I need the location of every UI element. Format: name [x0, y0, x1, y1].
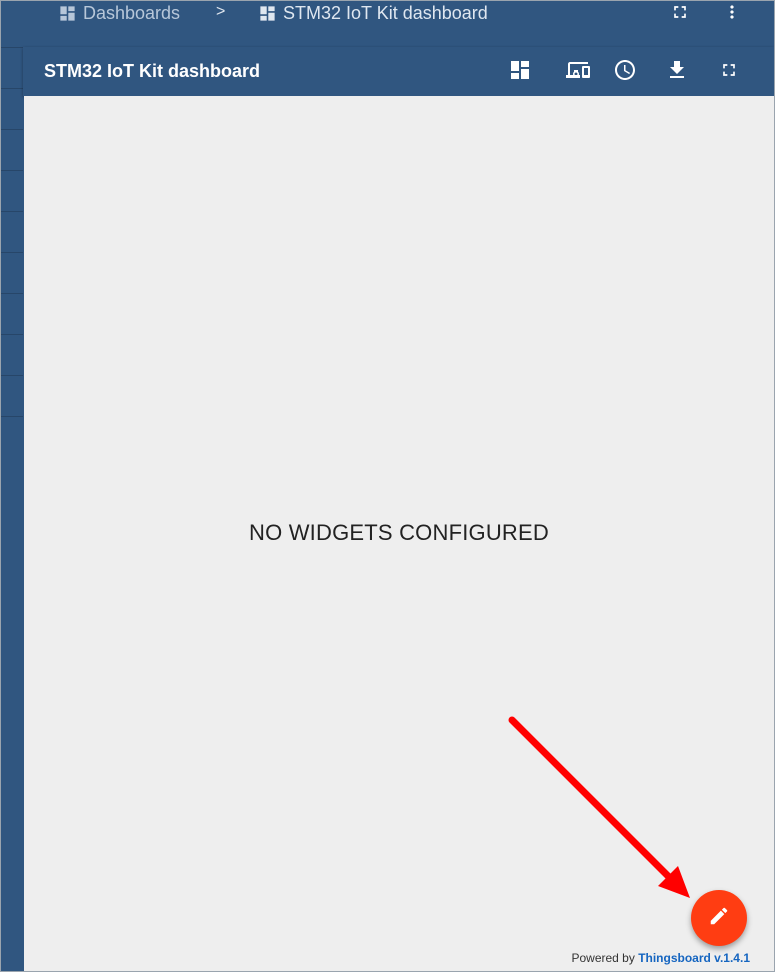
sidebar-divider	[1, 129, 23, 130]
devices-icon	[566, 58, 590, 87]
sidebar-divider	[1, 47, 23, 48]
more-options-button[interactable]	[720, 3, 744, 25]
more-vert-icon	[722, 2, 742, 27]
footer-text: Powered by	[571, 951, 635, 965]
sidebar-divider	[1, 211, 23, 212]
sidebar-strip[interactable]	[1, 1, 23, 971]
breadcrumb-label: STM32 IoT Kit dashboard	[283, 2, 488, 23]
timewindow-button[interactable]	[612, 59, 638, 85]
sidebar-divider	[1, 252, 23, 253]
page-title: STM32 IoT Kit dashboard	[44, 61, 261, 81]
fullscreen-icon	[670, 2, 690, 27]
breadcrumb-separator: >	[216, 3, 226, 20]
breadcrumb-label: Dashboards	[83, 2, 181, 23]
sidebar-divider	[1, 416, 23, 417]
dashboard-fullscreen-button[interactable]	[716, 59, 742, 85]
fullscreen-button[interactable]	[668, 3, 692, 25]
sidebar-divider	[1, 375, 23, 376]
footer: Powered by Thingsboard v.1.4.1	[571, 951, 750, 965]
fullscreen-icon	[719, 60, 739, 85]
history-icon	[613, 58, 637, 87]
dashboard-layout-button[interactable]	[507, 59, 533, 85]
entity-aliases-button[interactable]	[565, 59, 591, 85]
dashboard-content: NO WIDGETS CONFIGURED Powered by Thingsb…	[24, 96, 774, 971]
layout-icon	[508, 58, 532, 87]
edit-dashboard-button[interactable]	[691, 890, 747, 946]
dashboard-toolbar: STM32 IoT Kit dashboard	[23, 47, 774, 96]
breadcrumb-item-dashboards[interactable]: Dashboards	[58, 2, 180, 24]
sidebar-divider	[1, 293, 23, 294]
sidebar-divider	[1, 88, 23, 89]
dashboards-icon	[58, 4, 77, 23]
breadcrumb-item-current[interactable]: STM32 IoT Kit dashboard	[258, 2, 488, 24]
export-button[interactable]	[664, 59, 690, 85]
app-window: Dashboards > STM32 IoT Kit dashboard STM…	[0, 0, 775, 972]
download-icon	[665, 58, 689, 87]
thingsboard-link[interactable]: Thingsboard v.1.4.1	[638, 951, 750, 965]
dashboard-icon	[258, 4, 277, 23]
sidebar-divider	[1, 334, 23, 335]
edit-pencil-icon	[708, 905, 730, 932]
sidebar-divider	[1, 170, 23, 171]
annotation-arrow	[508, 716, 690, 898]
breadcrumb: Dashboards > STM32 IoT Kit dashboard	[23, 1, 774, 28]
